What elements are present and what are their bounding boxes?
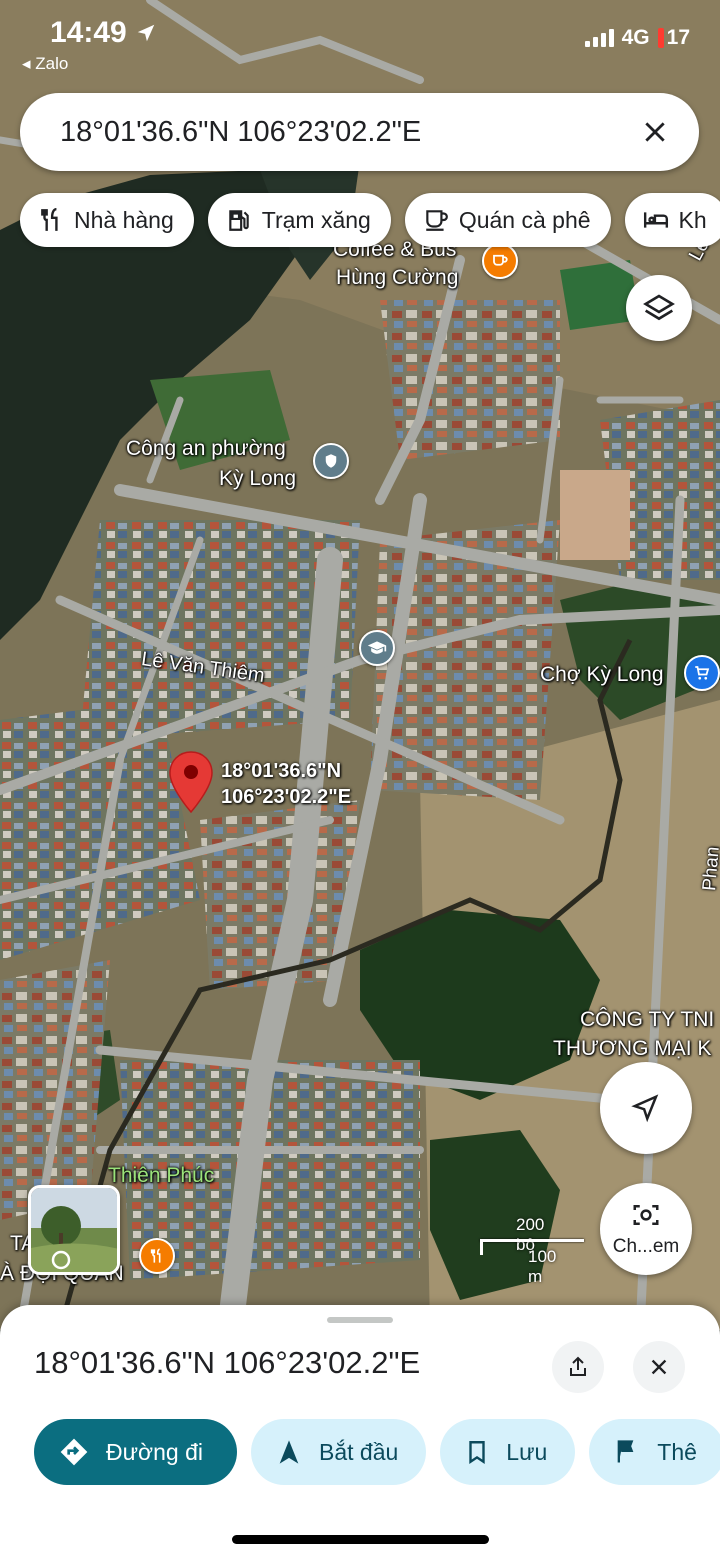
close-icon [645, 122, 665, 142]
camera-label: Ch...em [612, 1236, 680, 1257]
navigation-arrow-icon [279, 1440, 299, 1464]
gas-station-icon [229, 210, 249, 231]
save-button[interactable]: Lưu [440, 1419, 576, 1485]
share-icon [570, 1356, 586, 1376]
street-view-thumbnail[interactable] [28, 1185, 120, 1275]
road-label-right: Phan [699, 845, 720, 892]
poi-police-label-1[interactable]: Công an phường [126, 437, 286, 460]
pin-latitude: 18°01'36.6"N [221, 760, 342, 782]
poi-coffee-label-2[interactable]: Hùng Cường [336, 266, 458, 289]
place-title: 18°01'36.6"N 106°23'02.2"E [34, 1345, 421, 1380]
poi-company-label-1[interactable]: CÔNG TY TNI [580, 1008, 714, 1031]
chip-label: Quán cà phê [458, 206, 591, 233]
hotel-icon [643, 212, 668, 228]
coffee-icon [426, 210, 448, 231]
start-button[interactable]: Bắt đầu [251, 1419, 427, 1485]
action-buttons: Đường đi Bắt đầu Lưu Thê [34, 1419, 720, 1485]
my-location-button[interactable] [600, 1062, 692, 1154]
poi-police-label-2[interactable]: Kỳ Long [219, 467, 296, 490]
chip-label: Trạm xăng [261, 206, 371, 233]
flag-icon [617, 1440, 634, 1463]
search-bar[interactable]: 18°01'36.6"N 106°23'02.2"E [20, 93, 699, 171]
clear-search-button[interactable] [635, 112, 675, 152]
camera-search-icon [633, 1205, 659, 1225]
share-button[interactable] [552, 1341, 604, 1393]
chip-label: Kh [678, 206, 707, 233]
coffee-poi-icon[interactable] [482, 243, 518, 279]
close-sheet-button[interactable] [633, 1341, 685, 1393]
battery-level: 17 [666, 26, 690, 49]
school-poi-icon[interactable] [359, 630, 395, 666]
map-layers-button[interactable] [626, 275, 692, 341]
place-bottom-sheet[interactable]: 18°01'36.6"N 106°23'02.2"E Đường đi Bắt … [0, 1305, 720, 1557]
police-poi-icon[interactable] [313, 443, 349, 479]
poi-market-label[interactable]: Chợ Kỳ Long [540, 663, 664, 686]
chip-label: Nhà hàng [74, 206, 174, 233]
network-type: 4G [621, 26, 650, 49]
pin-longitude: 106°23'02.2"E [221, 786, 352, 808]
status-time: 14:49 [50, 16, 157, 50]
directions-label: Đường đi [106, 1438, 203, 1465]
navigation-arrow-icon [631, 1094, 659, 1123]
status-bar: 14:49 ◂ Zalo 4G 17 [0, 10, 720, 73]
restaurant-poi-icon[interactable] [139, 1238, 175, 1274]
location-arrow-icon [137, 24, 155, 42]
restaurant-icon [41, 207, 58, 231]
close-icon [651, 1359, 667, 1375]
pin-coordinates-label: 18°01'36.6"N 106°23'02.2"E [221, 758, 351, 810]
poi-thien-phuc-label[interactable]: Thiên Phúc [108, 1164, 214, 1187]
chip-gas-stations[interactable]: Trạm xăng [207, 193, 391, 247]
directions-button[interactable]: Đường đi [34, 1419, 237, 1485]
layers-icon [643, 294, 675, 321]
chip-restaurants[interactable]: Nhà hàng [20, 193, 194, 247]
market-poi-icon[interactable] [684, 655, 720, 691]
bookmark-icon [469, 1441, 485, 1464]
category-chips: Nhà hàng Trạm xăng Quán cà phê Kh [20, 193, 720, 247]
back-to-app-link[interactable]: ◂ Zalo [22, 54, 68, 74]
dropped-pin-icon[interactable] [168, 750, 214, 814]
save-label: Lưu [506, 1438, 548, 1465]
poi-company-label-2[interactable]: THƯƠNG MẠI K [553, 1037, 711, 1060]
chip-hotels[interactable]: Kh [624, 193, 720, 247]
search-query[interactable]: 18°01'36.6"N 106°23'02.2"E [60, 116, 635, 149]
street-view-image [31, 1188, 117, 1272]
battery-icon: 17 [657, 26, 690, 50]
directions-icon [60, 1438, 88, 1466]
scale-metric: 100 m [528, 1247, 557, 1286]
signal-icon [584, 29, 614, 47]
start-label: Bắt đầu [319, 1438, 399, 1465]
chip-coffee[interactable]: Quán cà phê [404, 193, 611, 247]
add-label-button[interactable]: Thê [589, 1419, 720, 1485]
add-label-label: Thê [657, 1438, 697, 1465]
sheet-drag-handle[interactable] [327, 1317, 393, 1323]
lens-camera-button[interactable]: Ch...em [600, 1183, 692, 1275]
home-indicator [232, 1535, 489, 1544]
